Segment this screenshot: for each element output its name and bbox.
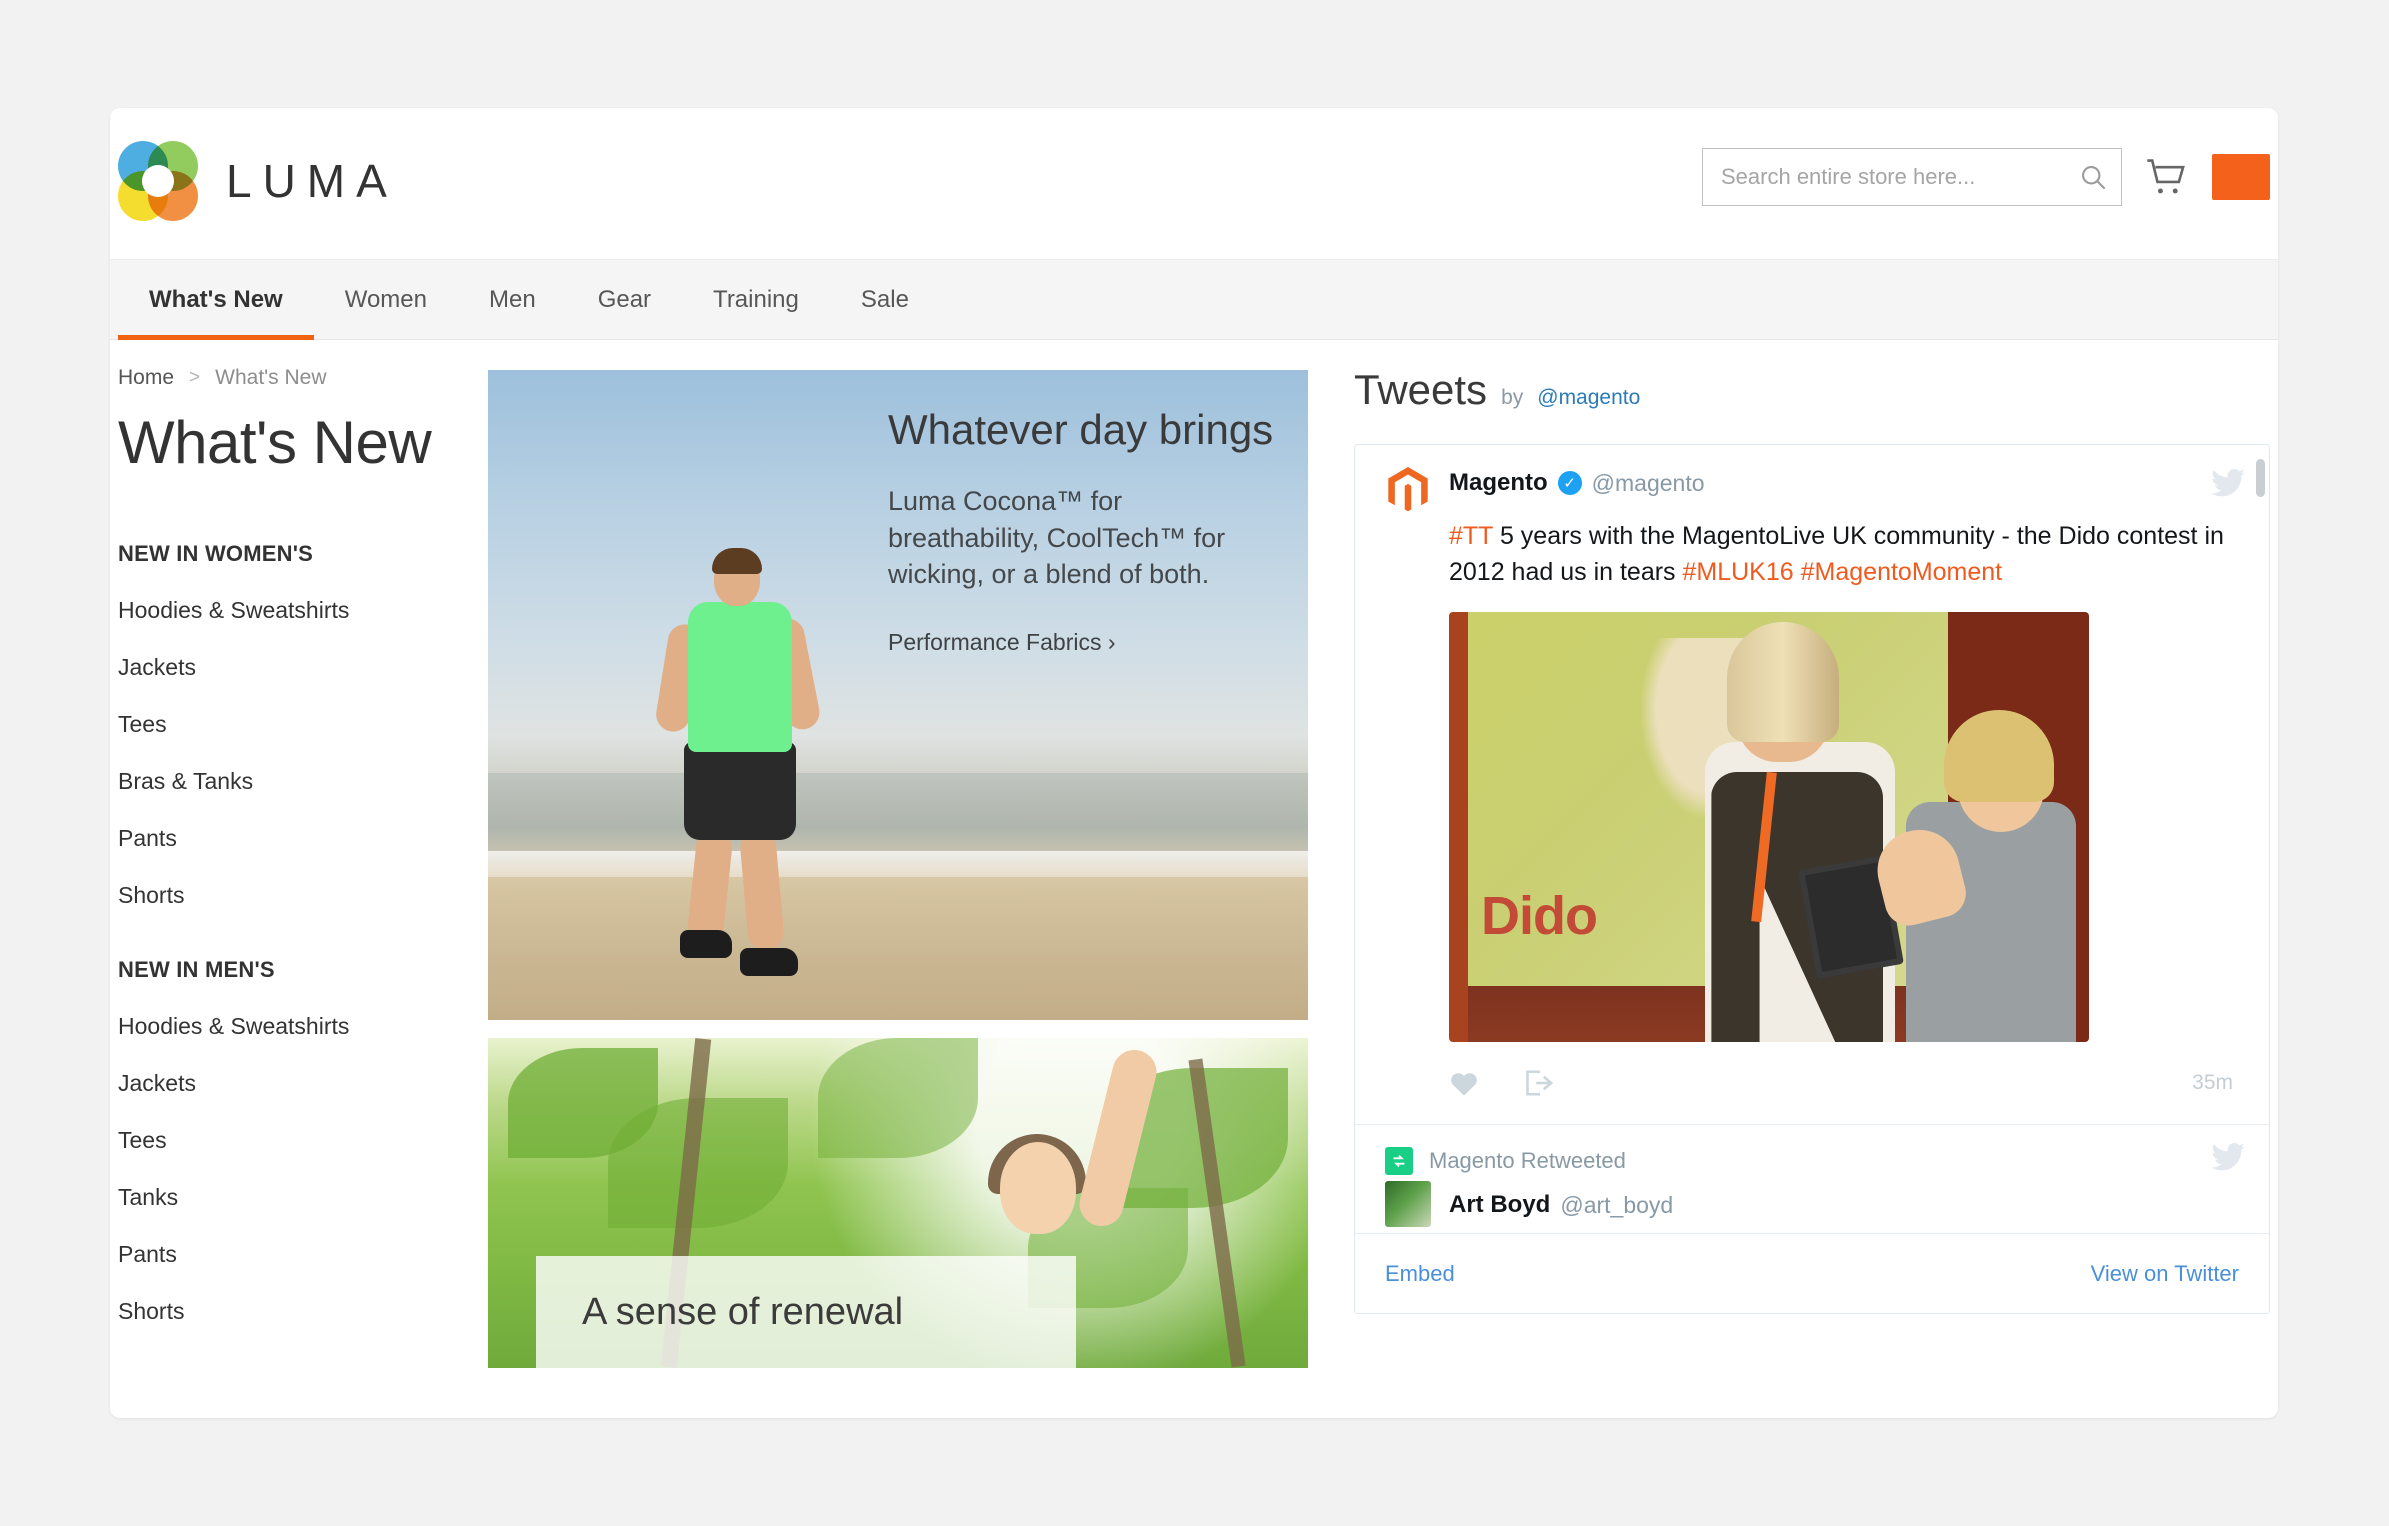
tweet-item-2[interactable]: Art Boyd @art_boyd: [1355, 1181, 2269, 1227]
tweet-photo-man2-hair: [1943, 710, 2054, 802]
store-page-card: LUMA What's New Women Men Gear Training …: [110, 108, 2278, 1418]
renewal-banner-plate: A sense of renewal: [536, 1256, 1076, 1368]
nav-item-whats-new[interactable]: What's New: [118, 260, 314, 340]
nav-item-women[interactable]: Women: [314, 260, 458, 340]
tweet-2-author-names: Art Boyd @art_boyd: [1449, 1189, 1673, 1219]
orange-accent-block[interactable]: [2212, 154, 2270, 200]
breadcrumb-current: What's New: [215, 366, 327, 389]
share-icon[interactable]: [1525, 1068, 1555, 1098]
nav-item-sale[interactable]: Sale: [830, 260, 940, 340]
tweet-author-row: Magento ✓ @magento: [1385, 467, 2239, 513]
sidebar-item-m-tees[interactable]: Tees: [118, 1127, 488, 1154]
tweet-photo-caption: Dido: [1481, 886, 1598, 947]
search-box[interactable]: [1702, 148, 2122, 206]
sidebar-item-m-pants[interactable]: Pants: [118, 1241, 488, 1268]
twitter-timeline-widget: Magento ✓ @magento #TT 5 years with the …: [1354, 444, 2270, 1314]
search-icon[interactable]: [2079, 163, 2107, 191]
tweet-photo[interactable]: Dido: [1449, 612, 2089, 1042]
nav-item-training[interactable]: Training: [682, 260, 830, 340]
tweet-2-author-row: Art Boyd @art_boyd: [1385, 1181, 2239, 1227]
hero-sand-decoration: [488, 877, 1308, 1020]
promo-banners: Whatever day brings Luma Cocona™ for bre…: [488, 340, 1308, 1368]
retweet-notice-text: Magento Retweeted: [1429, 1148, 1626, 1173]
twitter-widget-footer: Embed View on Twitter: [1355, 1233, 2269, 1313]
page-title: What's New: [118, 409, 432, 476]
retweet-icon: [1385, 1147, 1413, 1175]
performance-fabrics-link[interactable]: Performance Fabrics ›: [888, 629, 1278, 656]
search-input[interactable]: [1703, 149, 2121, 205]
sidebar-group-mens: NEW IN MEN'S Hoodies & Sweatshirts Jacke…: [118, 957, 488, 1325]
sidebar-item-w-bras-tanks[interactable]: Bras & Tanks: [118, 768, 488, 795]
hero-banner[interactable]: Whatever day brings Luma Cocona™ for bre…: [488, 370, 1308, 1020]
tweet-text-space: [1794, 558, 1801, 586]
tweets-account-handle[interactable]: @magento: [1537, 386, 1640, 410]
sidebar-heading-womens: NEW IN WOMEN'S: [118, 541, 314, 566]
tweet-2-author-handle[interactable]: @art_boyd: [1560, 1192, 1673, 1219]
verified-badge-icon: ✓: [1557, 471, 1582, 495]
tweet-actions: 35m: [1449, 1042, 2239, 1124]
twitter-widget-column: Tweets by @magento Magento ✓ @magento #T…: [1308, 340, 2278, 1368]
tweet-author-names: Magento ✓ @magento: [1449, 467, 1705, 497]
heart-icon[interactable]: [1449, 1068, 1479, 1098]
retweet-notice: Magento Retweeted: [1355, 1125, 2269, 1181]
sidebar-item-w-pants[interactable]: Pants: [118, 825, 488, 852]
nav-item-men[interactable]: Men: [458, 260, 567, 340]
breadcrumb-home[interactable]: Home: [118, 366, 174, 390]
sidebar: Home > What's New What's New NEW IN WOME…: [118, 340, 488, 1368]
nav-item-gear[interactable]: Gear: [567, 260, 682, 340]
hero-banner-heading: Whatever day brings: [888, 406, 1274, 453]
tweet-text: #TT 5 years with the MagentoLive UK comm…: [1449, 519, 2239, 590]
renewal-banner-heading: A sense of renewal: [582, 1290, 904, 1333]
tweets-header: Tweets by @magento: [1354, 366, 2270, 444]
header-actions: [1702, 148, 2270, 206]
renewal-banner[interactable]: A sense of renewal: [488, 1038, 1308, 1368]
breadcrumb-separator-icon: >: [189, 367, 201, 388]
view-on-twitter-link[interactable]: View on Twitter: [2091, 1261, 2239, 1287]
sidebar-item-w-hoodies[interactable]: Hoodies & Sweatshirts: [118, 597, 488, 624]
sidebar-item-w-shorts[interactable]: Shorts: [118, 882, 488, 909]
hashtag-mluk16[interactable]: #MLUK16: [1683, 558, 1794, 586]
hero-banner-copy: Whatever day brings Luma Cocona™ for bre…: [888, 406, 1278, 656]
sidebar-group-womens: NEW IN WOMEN'S Hoodies & Sweatshirts Jac…: [118, 541, 488, 909]
tweet-photo-man-wig: [1727, 622, 1840, 742]
tweet-author-handle[interactable]: @magento: [1592, 470, 1705, 497]
avatar-2[interactable]: [1385, 1181, 1431, 1227]
shopping-cart-icon[interactable]: [2144, 157, 2190, 197]
sidebar-item-m-tanks[interactable]: Tanks: [118, 1184, 488, 1211]
hero-banner-body: Luma Cocona™ for breathability, CoolTech…: [888, 486, 1226, 590]
twitter-timeline-scroll-area[interactable]: Magento ✓ @magento #TT 5 years with the …: [1355, 445, 2269, 1235]
runner-photo-subject: [636, 548, 846, 982]
sidebar-heading-mens: NEW IN MEN'S: [118, 957, 275, 982]
sidebar-item-m-shorts[interactable]: Shorts: [118, 1298, 488, 1325]
tweet-author-name[interactable]: Magento: [1449, 469, 1548, 497]
hashtag-tt[interactable]: #TT: [1449, 522, 1493, 550]
tweet-item[interactable]: Magento ✓ @magento #TT 5 years with the …: [1355, 445, 2269, 1125]
site-header: LUMA: [110, 108, 2278, 260]
tweets-by-label: by: [1501, 386, 1524, 409]
embed-link[interactable]: Embed: [1385, 1261, 1455, 1287]
site-logo[interactable]: LUMA: [118, 141, 398, 221]
twitter-bird-icon: [2211, 469, 2245, 497]
logo-wordmark: LUMA: [226, 155, 398, 207]
sidebar-item-m-hoodies[interactable]: Hoodies & Sweatshirts: [118, 1013, 488, 1040]
sidebar-item-w-jackets[interactable]: Jackets: [118, 654, 488, 681]
breadcrumb: Home > What's New: [118, 366, 488, 390]
page-body: Home > What's New What's New NEW IN WOME…: [110, 340, 2278, 1368]
tweet-2-author-name[interactable]: Art Boyd: [1449, 1191, 1550, 1219]
main-navigation: What's New Women Men Gear Training Sale: [110, 260, 2278, 340]
tweet-timestamp: 35m: [2192, 1071, 2233, 1094]
hashtag-magentomoment[interactable]: #MagentoMoment: [1801, 558, 2003, 586]
renewal-subject-head: [1000, 1142, 1076, 1234]
magento-logo-icon: [1388, 467, 1428, 512]
luma-logo-icon: [118, 141, 198, 221]
twitter-bird-icon-2: [2211, 1143, 2245, 1171]
sidebar-item-w-tees[interactable]: Tees: [118, 711, 488, 738]
avatar[interactable]: [1385, 467, 1431, 513]
tweets-title: Tweets: [1354, 366, 1488, 413]
sidebar-item-m-jackets[interactable]: Jackets: [118, 1070, 488, 1097]
